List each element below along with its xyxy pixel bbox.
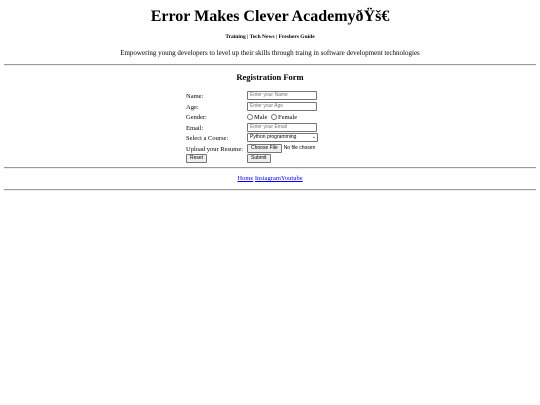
- gender-row: Gender: Male Female: [186, 112, 366, 122]
- age-row: Age: Enter your Age: [186, 101, 366, 112]
- form-heading: Registration Form: [236, 72, 304, 82]
- divider: [4, 167, 536, 169]
- course-row: Select a Course: Python programming ⌄: [186, 133, 366, 143]
- gender-radio-group: Male Female: [247, 113, 297, 122]
- course-select[interactable]: Python programming ⌄: [247, 133, 318, 142]
- page-title: Error Makes Clever AcademyðŸš€: [150, 8, 390, 25]
- age-label: Age:: [186, 103, 199, 111]
- female-radio[interactable]: [270, 113, 277, 120]
- reset-button[interactable]: Reset: [186, 154, 208, 163]
- male-radio-label: Male: [254, 113, 268, 121]
- female-radio-label: Female: [277, 113, 298, 121]
- chevron-down-icon: ⌄: [311, 134, 316, 140]
- footer-instagram-link[interactable]: Instagram: [255, 175, 281, 182]
- divider: [4, 64, 536, 66]
- resume-row: Upload your Resume: Choose File No file c…: [186, 143, 366, 154]
- email-row: Email: Enter your Email: [186, 122, 366, 133]
- name-input[interactable]: Enter your Name: [247, 91, 317, 100]
- name-row: Name: Enter your Name: [186, 91, 366, 101]
- tagline: Empowering young developers to level up …: [120, 49, 420, 57]
- nav-tech-news-link[interactable]: Tech News: [250, 34, 275, 40]
- name-label: Name:: [186, 93, 204, 100]
- course-label: Select a Course:: [186, 135, 229, 142]
- resume-label: Upload your Resume:: [186, 145, 244, 153]
- divider: [4, 189, 536, 191]
- footer-home-link[interactable]: Home: [237, 175, 253, 182]
- submit-button[interactable]: Submit: [247, 154, 271, 163]
- nav-training-link[interactable]: Training: [225, 34, 245, 40]
- course-select-value: Python programming: [250, 134, 297, 140]
- top-nav: Training | Tech News | Freshers Guide: [0, 33, 540, 41]
- choose-file-button[interactable]: Choose File: [247, 143, 282, 153]
- resume-file-input: Choose File No file chosen: [247, 143, 316, 153]
- file-status: No file chosen: [283, 144, 316, 151]
- footer: Home InstagramYoutube: [0, 174, 540, 183]
- male-radio[interactable]: [247, 113, 253, 120]
- footer-youtube-link[interactable]: Youtube: [281, 175, 303, 182]
- email-input[interactable]: Enter your Email: [247, 122, 317, 132]
- gender-label: Gender:: [186, 114, 207, 121]
- email-label: Email:: [186, 124, 204, 132]
- nav-freshers-guide-link[interactable]: Freshers Guide: [279, 34, 315, 40]
- age-input[interactable]: Enter your Age: [247, 101, 317, 111]
- actions-row: Reset Submit: [186, 154, 366, 164]
